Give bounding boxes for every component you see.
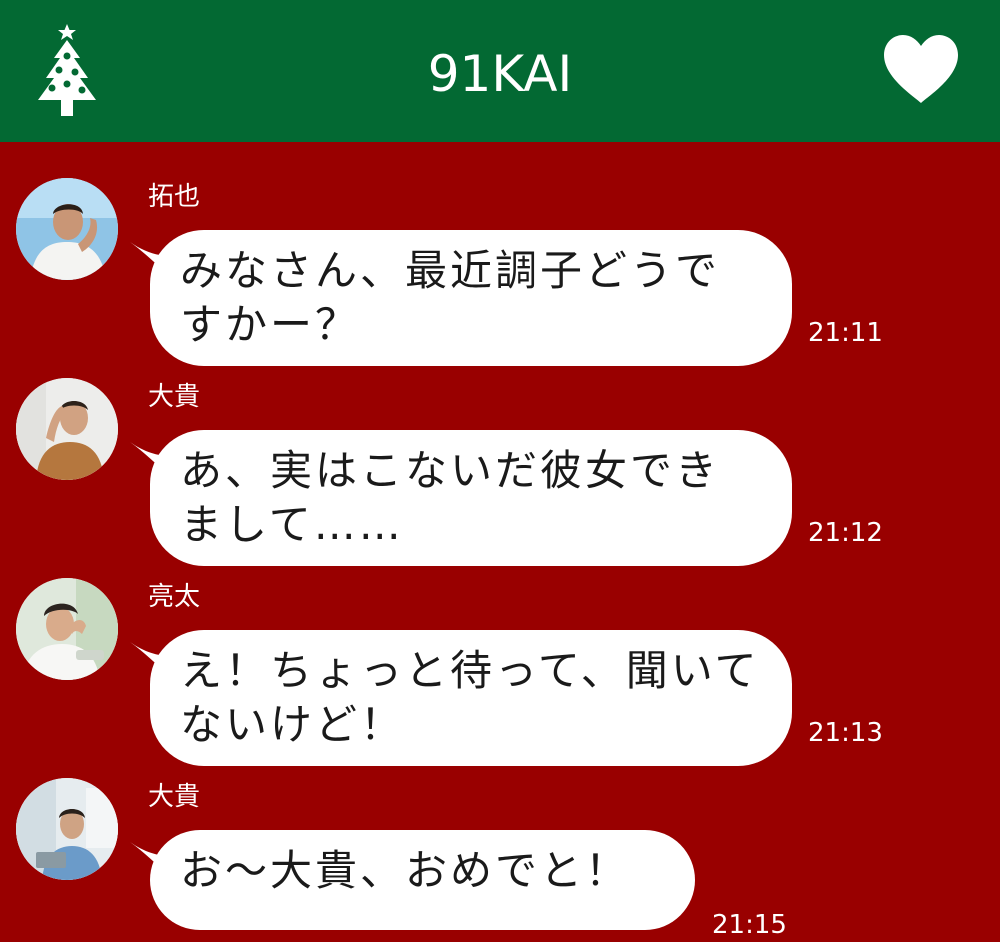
chat-message: 亮太 え！ちょっと待って、聞いてないけど！ 21:13 (0, 542, 1000, 766)
avatar[interactable] (16, 778, 118, 880)
message-time: 21:15 (712, 910, 787, 940)
sender-name: 大貴 (148, 782, 201, 812)
message-text: え！ちょっと待って、聞いてないけど！ (180, 646, 760, 749)
chat-message: 大貴 あ、実はこないだ彼女できまして…… 21:12 (0, 342, 1000, 566)
message-text: お～大貴、おめでと！ (180, 846, 631, 895)
avatar[interactable] (16, 578, 118, 680)
avatar[interactable] (16, 178, 118, 280)
message-bubble[interactable]: お～大貴、おめでと！ (150, 830, 695, 930)
message-text: みなさん、最近調子どうですかー？ (180, 246, 721, 349)
sender-name: 拓也 (148, 182, 201, 212)
sender-name: 亮太 (148, 582, 201, 612)
chat-message: 拓也 みなさん、最近調子どうですかー？ 21:11 (0, 142, 1000, 366)
heart-icon[interactable] (882, 33, 960, 105)
app-header: 91KAI (0, 0, 1000, 142)
sender-name: 大貴 (148, 382, 201, 412)
message-list: 拓也 みなさん、最近調子どうですかー？ 21:11 大貴 あ、実はこないだ彼女で… (0, 142, 1000, 940)
chat-title: 91KAI (427, 45, 573, 103)
avatar[interactable] (16, 378, 118, 480)
message-text: あ、実はこないだ彼女できまして…… (180, 446, 721, 549)
chat-message: 大貴 お～大貴、おめでと！ 21:15 (0, 742, 1000, 942)
